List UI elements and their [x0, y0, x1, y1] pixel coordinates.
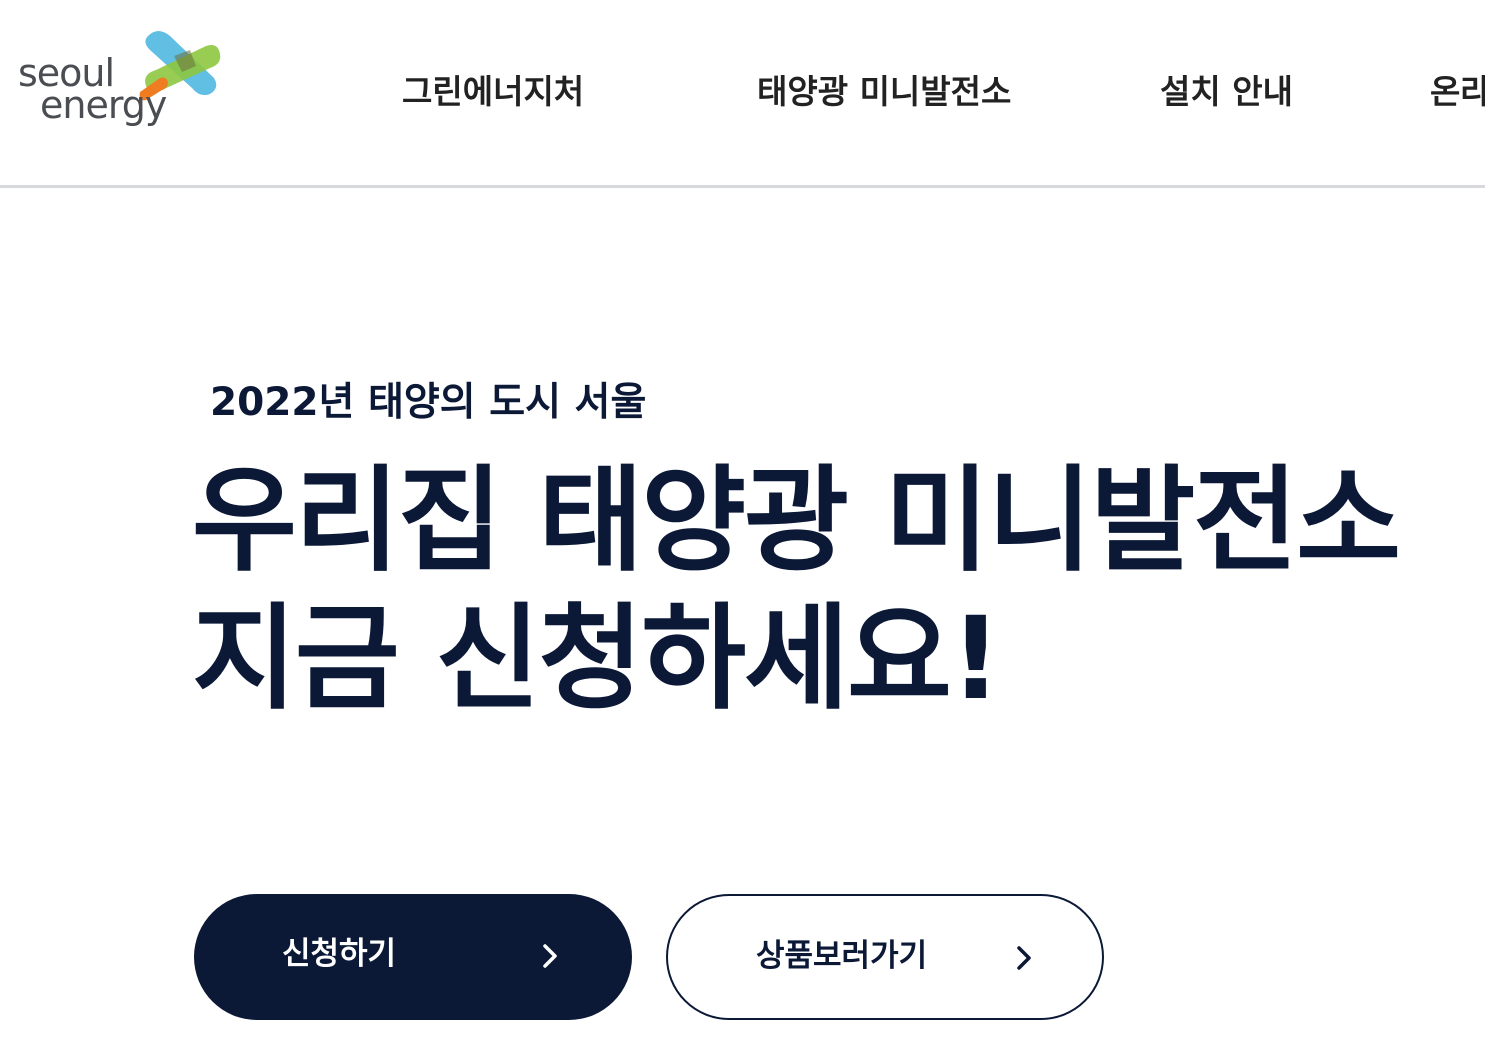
hero-headline-line2: 지금 신청하세요! — [192, 592, 1002, 725]
chevron-right-icon — [543, 944, 557, 968]
hero-headline: 우리집 태양광 미니발전소 지금 신청하세요! — [192, 452, 1401, 728]
view-products-button[interactable]: 상품보러가기 — [666, 894, 1104, 1020]
nav-item-install-guide[interactable]: 설치 안내 — [1160, 72, 1293, 112]
logo-text-energy: energy — [40, 83, 167, 127]
page: seoul energy 그린에너지처 태양광 미니발전소 설치 안내 온라 2… — [0, 0, 1485, 1039]
nav-item-solar-mini-plant[interactable]: 태양광 미니발전소 — [757, 72, 1011, 112]
apply-button[interactable]: 신청하기 — [194, 894, 632, 1020]
nav-item-online[interactable]: 온라 — [1430, 72, 1485, 112]
site-header: seoul energy 그린에너지처 태양광 미니발전소 설치 안내 온라 — [0, 0, 1485, 188]
chevron-right-icon — [1017, 946, 1031, 970]
seoul-energy-logo[interactable]: seoul energy — [16, 26, 226, 141]
nav-item-green-energy[interactable]: 그린에너지처 — [402, 72, 584, 112]
hero-subtitle: 2022년 태양의 도시 서울 — [210, 380, 647, 425]
view-products-button-label: 상품보러가기 — [756, 938, 928, 974]
apply-button-label: 신청하기 — [282, 936, 397, 972]
hero-headline-line1: 우리집 태양광 미니발전소 — [192, 454, 1401, 587]
